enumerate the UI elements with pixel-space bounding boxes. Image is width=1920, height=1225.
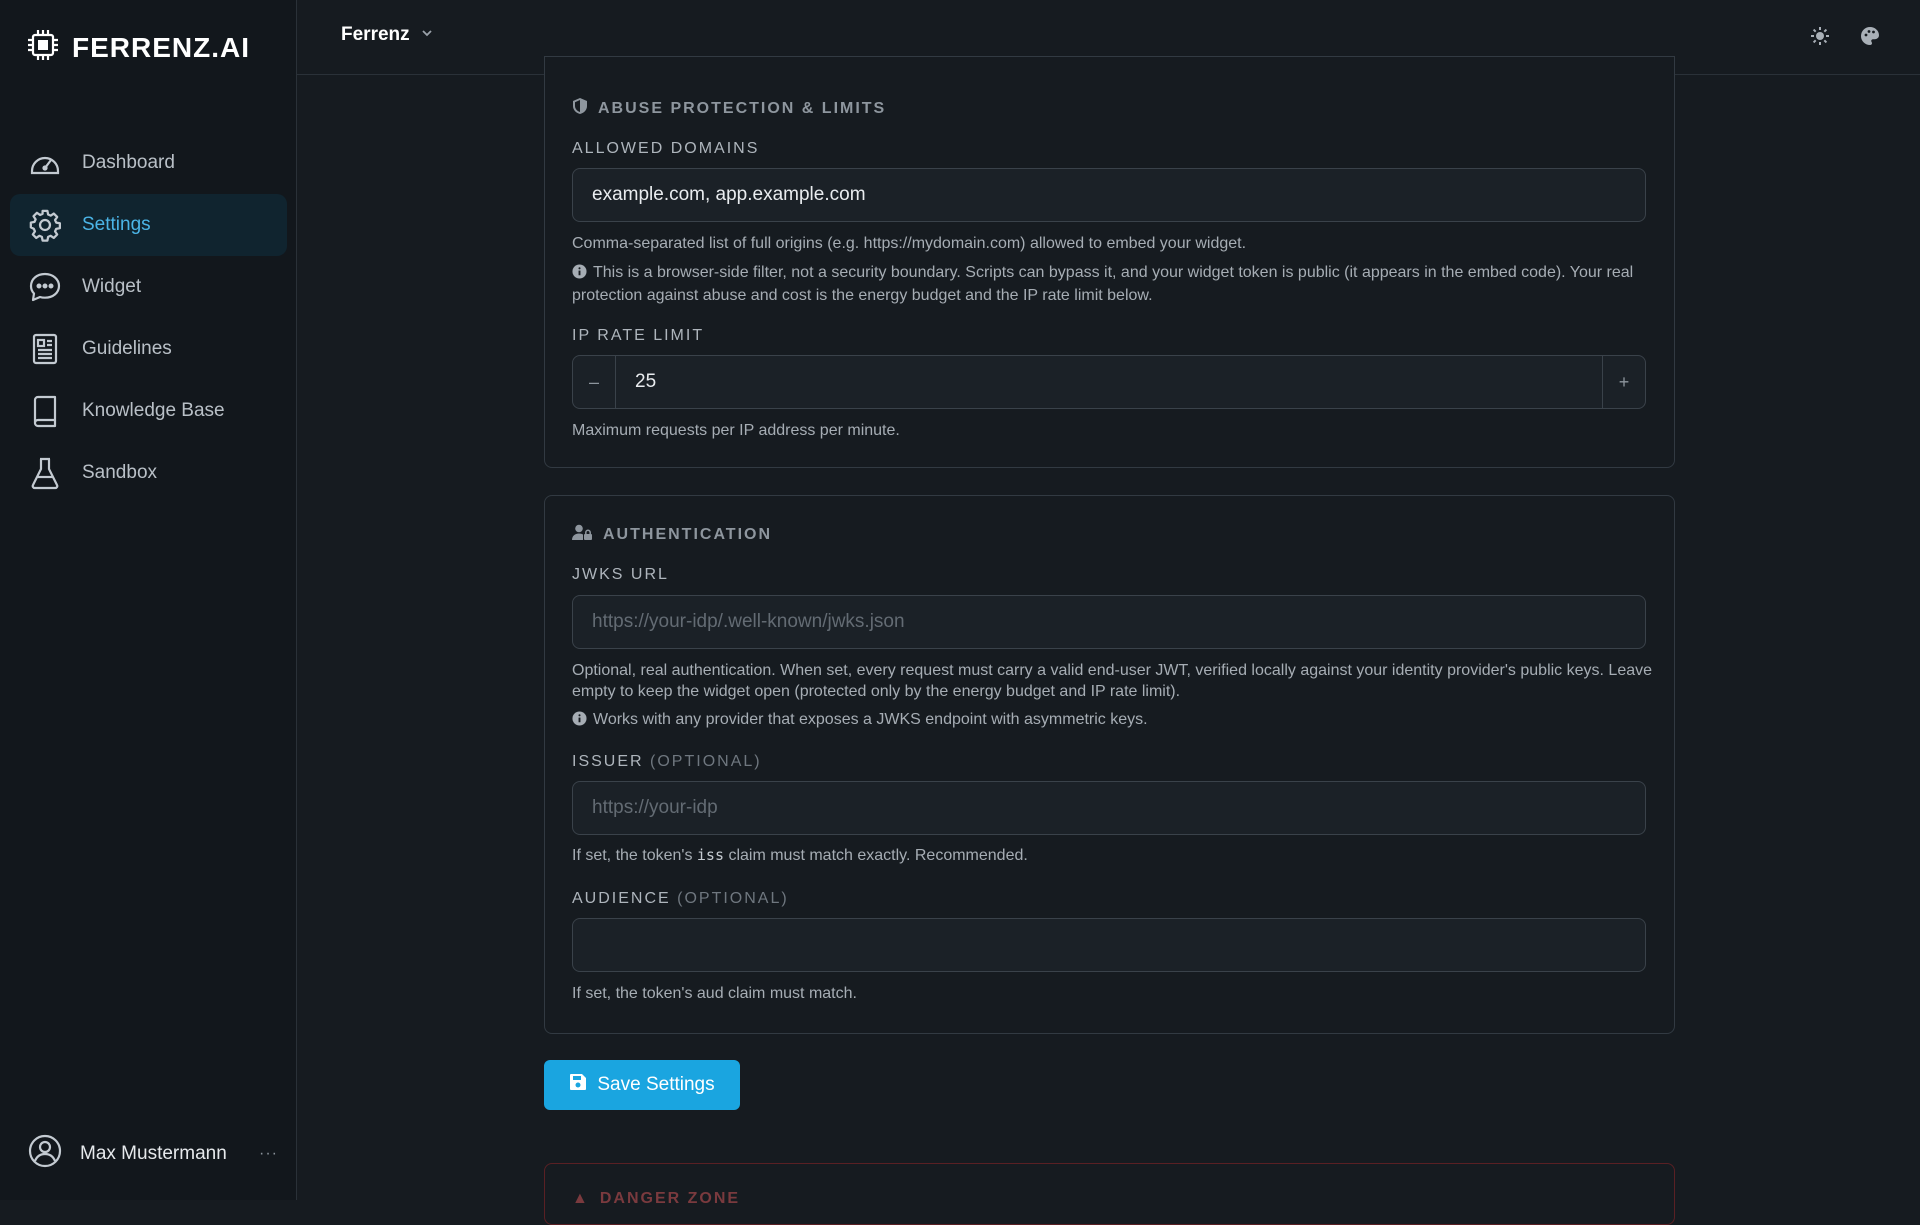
sidebar-item-label: Sandbox <box>82 462 158 483</box>
jwks-url-input[interactable] <box>572 595 1646 649</box>
shield-icon <box>572 97 588 120</box>
sidebar-item-dashboard[interactable]: Dashboard <box>10 132 287 194</box>
issuer-help: If set, the token's iss claim must match… <box>572 846 1028 864</box>
document-icon <box>28 332 62 366</box>
abuse-protection-card: ABUSE PROTECTION & LIMITS ALLOWED DOMAIN… <box>544 56 1675 468</box>
chevron-down-icon <box>420 26 434 45</box>
sidebar: FERRENZ.AI Dashboard Settings Widget Gui… <box>0 0 297 1200</box>
app-logo[interactable]: FERRENZ.AI <box>26 28 250 67</box>
sidebar-item-label: Dashboard <box>82 152 175 173</box>
decrement-button[interactable]: – <box>573 356 616 408</box>
increment-button[interactable]: + <box>1602 356 1645 408</box>
user-lock-icon <box>572 524 593 546</box>
authentication-card: AUTHENTICATION JWKS URL Optional, real a… <box>544 495 1675 1034</box>
section-title-danger: ▲ DANGER ZONE <box>572 1190 741 1207</box>
sidebar-item-label: Guidelines <box>82 338 172 359</box>
info-icon <box>572 264 587 285</box>
issuer-input[interactable] <box>572 781 1646 835</box>
sidebar-item-label: Settings <box>82 214 151 235</box>
user-name: Max Mustermann <box>80 1142 227 1164</box>
allowed-domains-input[interactable] <box>572 168 1646 222</box>
audience-help: If set, the token's aud claim must match… <box>572 985 857 1002</box>
dashboard-icon <box>28 146 62 180</box>
ip-rate-limit-stepper: – + <box>572 355 1646 409</box>
more-options-button[interactable]: ··· <box>259 1145 278 1163</box>
allowed-domains-help: Comma-separated list of full origins (e.… <box>572 235 1247 252</box>
workspace-name: Ferrenz <box>341 24 410 45</box>
section-title-abuse: ABUSE PROTECTION & LIMITS <box>572 97 886 120</box>
sidebar-item-sandbox[interactable]: Sandbox <box>10 442 287 504</box>
sidebar-nav: Dashboard Settings Widget Guidelines Kno… <box>10 132 287 504</box>
sidebar-item-guidelines[interactable]: Guidelines <box>10 318 287 380</box>
user-menu[interactable]: Max Mustermann ··· <box>28 1134 278 1173</box>
sidebar-item-label: Knowledge Base <box>82 400 225 421</box>
warning-icon: ▲ <box>572 1190 590 1207</box>
save-settings-button[interactable]: Save Settings <box>544 1060 740 1110</box>
jwks-url-label: JWKS URL <box>572 566 669 583</box>
audience-input[interactable] <box>572 918 1646 972</box>
chip-logo-icon <box>26 28 60 67</box>
chat-bubble-icon <box>28 270 62 304</box>
section-title-authentication: AUTHENTICATION <box>572 524 772 546</box>
avatar-icon <box>28 1134 62 1173</box>
audience-label: AUDIENCE (OPTIONAL) <box>572 890 789 907</box>
app-name: FERRENZ.AI <box>72 31 250 63</box>
jwks-url-help: Optional, real authentication. When set,… <box>572 662 1653 700</box>
sidebar-item-settings[interactable]: Settings <box>10 194 287 256</box>
flask-icon <box>28 456 62 490</box>
danger-zone-card: ▲ DANGER ZONE <box>544 1163 1675 1225</box>
allowed-domains-label: ALLOWED DOMAINS <box>572 140 760 157</box>
gear-icon <box>28 208 62 242</box>
sun-icon[interactable] <box>1808 24 1832 48</box>
jwks-url-info: Works with any provider that exposes a J… <box>572 709 1652 732</box>
palette-icon[interactable] <box>1858 24 1882 48</box>
issuer-label: ISSUER (OPTIONAL) <box>572 753 762 770</box>
sidebar-item-knowledge-base[interactable]: Knowledge Base <box>10 380 287 442</box>
ip-rate-limit-label: IP RATE LIMIT <box>572 327 705 344</box>
info-icon <box>572 711 587 732</box>
allowed-domains-info: This is a browser-side filter, not a sec… <box>572 264 1634 304</box>
workspace-switcher[interactable]: Ferrenz <box>341 24 434 46</box>
ip-rate-limit-input[interactable] <box>616 356 1602 408</box>
sidebar-item-widget[interactable]: Widget <box>10 256 287 318</box>
ip-rate-limit-help: Maximum requests per IP address per minu… <box>572 422 900 439</box>
sidebar-item-label: Widget <box>82 276 142 297</box>
book-icon <box>28 394 62 428</box>
floppy-disk-icon <box>569 1073 587 1097</box>
